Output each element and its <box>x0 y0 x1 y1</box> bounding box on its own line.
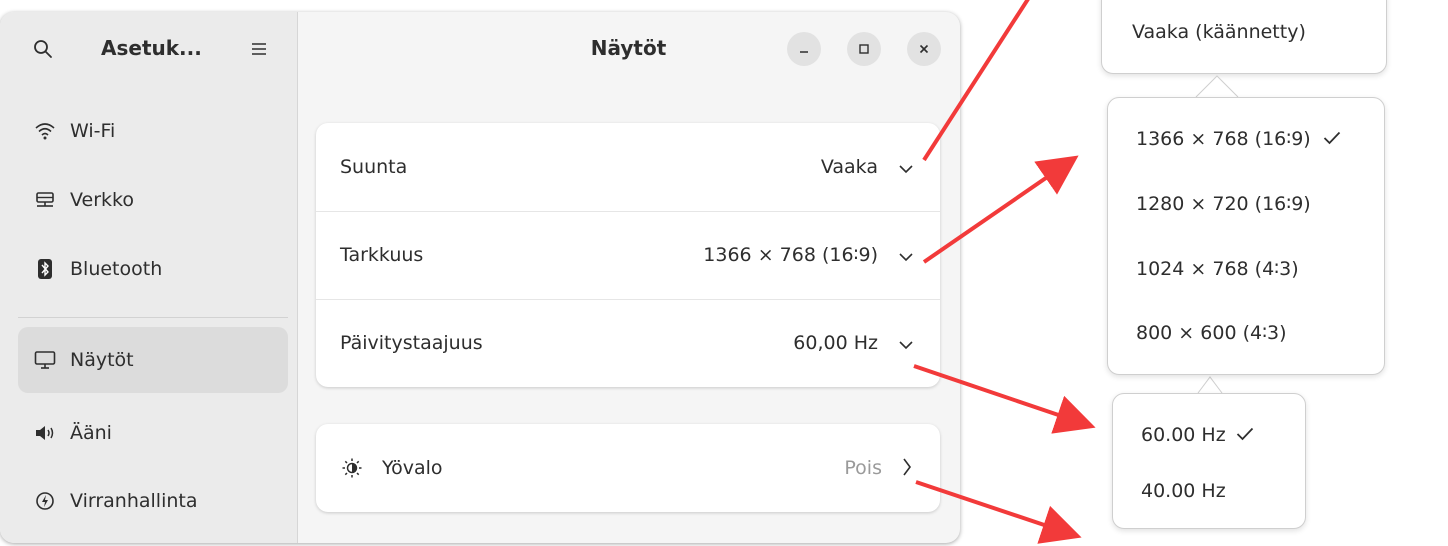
night-light-row[interactable]: Yövalo Pois <box>316 424 940 512</box>
orientation-value: Vaaka <box>820 156 878 178</box>
sidebar-item-label: Verkko <box>70 189 134 211</box>
close-button[interactable] <box>907 32 941 66</box>
settings-window: Asetuk... Wi-Fi Verkko Bluetooth Näytöt … <box>0 12 960 543</box>
resolution-option[interactable]: 800 × 600 (4∶3) <box>1136 322 1287 344</box>
sidebar-item-bluetooth[interactable]: Bluetooth <box>18 236 288 302</box>
resolution-popover-pointer <box>1195 75 1239 98</box>
orientation-label: Suunta <box>340 156 408 178</box>
resolution-value: 1366 × 768 (16∶9) <box>703 244 878 266</box>
resolution-option[interactable]: 1366 × 768 (16∶9) <box>1136 128 1341 150</box>
night-light-label: Yövalo <box>382 457 443 479</box>
night-light-icon <box>342 458 362 483</box>
sidebar-item-power[interactable]: Virranhallinta <box>18 468 288 534</box>
chevron-down-icon <box>898 245 914 267</box>
sidebar-item-label: Ääni <box>70 422 112 444</box>
bluetooth-icon <box>34 258 56 280</box>
sidebar-item-label: Näytöt <box>70 349 134 371</box>
sidebar: Asetuk... Wi-Fi Verkko Bluetooth Näytöt … <box>0 12 298 543</box>
menu-icon[interactable] <box>244 34 274 64</box>
search-icon[interactable] <box>28 34 58 64</box>
orientation-row[interactable]: Suunta Vaaka <box>316 123 940 211</box>
chevron-right-icon <box>902 457 912 482</box>
orientation-popover: Vaaka (käännetty) <box>1101 0 1387 74</box>
refresh-rate-popover: 60.00 Hz 40.00 Hz <box>1112 393 1306 529</box>
refresh-popover-pointer <box>1197 376 1223 394</box>
display-settings-card: Suunta Vaaka Tarkkuus 1366 × 768 (16∶9) … <box>316 123 940 387</box>
power-icon <box>34 490 56 512</box>
resolution-label: Tarkkuus <box>340 244 424 266</box>
sidebar-title: Asetuk... <box>101 36 202 60</box>
refresh-rate-row[interactable]: Päivitystaajuus 60,00 Hz <box>316 299 940 387</box>
sidebar-separator <box>18 317 288 318</box>
night-light-status: Pois <box>844 457 882 479</box>
chevron-down-icon <box>898 333 914 355</box>
maximize-button[interactable] <box>847 32 881 66</box>
sidebar-item-label: Wi-Fi <box>70 120 116 142</box>
sidebar-item-wifi[interactable]: Wi-Fi <box>18 98 288 164</box>
check-icon <box>1323 128 1341 150</box>
refresh-rate-option[interactable]: 40.00 Hz <box>1141 480 1226 502</box>
refresh-rate-label: Päivitystaajuus <box>340 332 483 354</box>
check-icon <box>1236 424 1254 446</box>
minimize-button[interactable] <box>787 32 821 66</box>
resolution-popover: 1366 × 768 (16∶9) 1280 × 720 (16∶9) 1024… <box>1107 97 1385 375</box>
network-icon <box>34 189 56 211</box>
sidebar-item-sound[interactable]: Ääni <box>18 400 288 466</box>
speaker-icon <box>34 422 56 444</box>
refresh-rate-option-label: 60.00 Hz <box>1141 424 1226 446</box>
night-light-card: Yövalo Pois <box>316 424 940 512</box>
orientation-option[interactable]: Vaaka (käännetty) <box>1132 21 1306 43</box>
resolution-option-label: 1366 × 768 (16∶9) <box>1136 128 1311 150</box>
sidebar-item-label: Bluetooth <box>70 258 163 280</box>
sidebar-item-label: Virranhallinta <box>70 490 198 512</box>
sidebar-item-displays[interactable]: Näytöt <box>18 327 288 393</box>
wifi-icon <box>34 120 56 142</box>
sidebar-item-network[interactable]: Verkko <box>18 167 288 233</box>
resolution-option[interactable]: 1280 × 720 (16∶9) <box>1136 193 1311 215</box>
chevron-down-icon <box>898 157 914 179</box>
sidebar-header: Asetuk... <box>0 12 297 86</box>
resolution-option[interactable]: 1024 × 768 (4∶3) <box>1136 258 1299 280</box>
refresh-rate-value: 60,00 Hz <box>793 332 878 354</box>
refresh-rate-option[interactable]: 60.00 Hz <box>1141 424 1254 446</box>
resolution-row[interactable]: Tarkkuus 1366 × 768 (16∶9) <box>316 211 940 299</box>
display-icon <box>34 349 56 371</box>
